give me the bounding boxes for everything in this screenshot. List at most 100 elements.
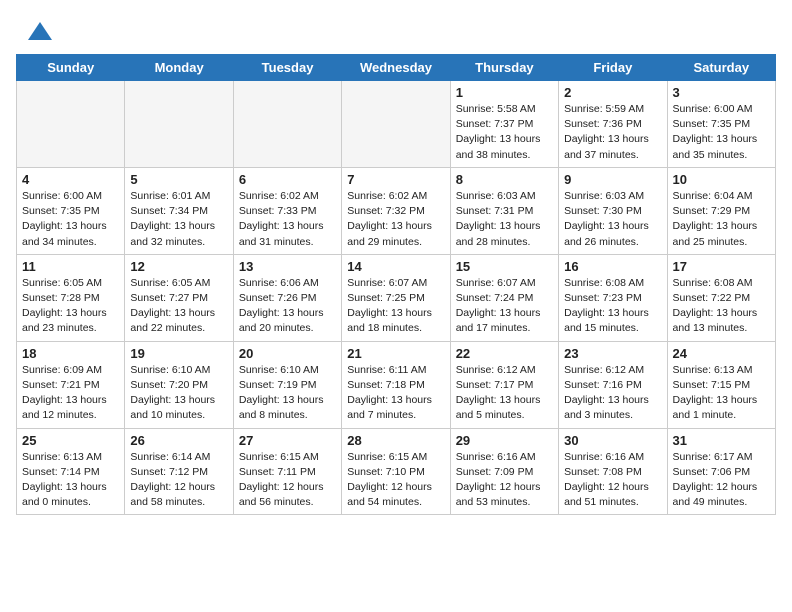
week-row-0: 1 Sunrise: 5:58 AMSunset: 7:37 PMDaylight… [17, 81, 776, 168]
table-row: 27 Sunrise: 6:15 AMSunset: 7:11 PMDayligh… [233, 428, 341, 515]
day-number: 8 [456, 172, 553, 187]
day-number: 10 [673, 172, 770, 187]
day-of-week-friday: Friday [559, 55, 667, 81]
table-row: 9 Sunrise: 6:03 AMSunset: 7:30 PMDaylight… [559, 167, 667, 254]
table-row: 10 Sunrise: 6:04 AMSunset: 7:29 PMDayligh… [667, 167, 775, 254]
table-row: 1 Sunrise: 5:58 AMSunset: 7:37 PMDaylight… [450, 81, 558, 168]
cell-info: Sunrise: 6:15 AMSunset: 7:11 PMDaylight:… [239, 450, 336, 511]
table-row: 7 Sunrise: 6:02 AMSunset: 7:32 PMDaylight… [342, 167, 450, 254]
day-of-week-sunday: Sunday [17, 55, 125, 81]
table-row [125, 81, 233, 168]
logo [24, 18, 54, 46]
cell-info: Sunrise: 6:01 AMSunset: 7:34 PMDaylight:… [130, 189, 227, 250]
calendar-wrapper: SundayMondayTuesdayWednesdayThursdayFrid… [0, 54, 792, 531]
table-row: 6Sunrise: 6:02 AMSunset: 7:33 PMDaylight… [233, 167, 341, 254]
cell-info: Sunrise: 6:09 AMSunset: 7:21 PMDaylight:… [22, 363, 119, 424]
day-number: 17 [673, 259, 770, 274]
day-number: 5 [130, 172, 227, 187]
cell-info: Sunrise: 6:10 AMSunset: 7:20 PMDaylight:… [130, 363, 227, 424]
table-row: 8 Sunrise: 6:03 AMSunset: 7:31 PMDaylight… [450, 167, 558, 254]
cell-info: Sunrise: 6:16 AMSunset: 7:09 PMDaylight:… [456, 450, 553, 511]
calendar-body: 1 Sunrise: 5:58 AMSunset: 7:37 PMDaylight… [17, 81, 776, 515]
cell-info: Sunrise: 6:02 AMSunset: 7:32 PMDaylight:… [347, 189, 444, 250]
table-row: 19Sunrise: 6:10 AMSunset: 7:20 PMDayligh… [125, 341, 233, 428]
day-number: 9 [564, 172, 661, 187]
day-number: 27 [239, 433, 336, 448]
day-of-week-tuesday: Tuesday [233, 55, 341, 81]
table-row: 2Sunrise: 5:59 AMSunset: 7:36 PMDaylight… [559, 81, 667, 168]
cell-info: Sunrise: 5:58 AMSunset: 7:37 PMDaylight:… [456, 102, 553, 163]
week-row-4: 25 Sunrise: 6:13 AMSunset: 7:14 PMDayligh… [17, 428, 776, 515]
day-number: 1 [456, 85, 553, 100]
calendar-header: SundayMondayTuesdayWednesdayThursdayFrid… [17, 55, 776, 81]
table-row: 5 Sunrise: 6:01 AMSunset: 7:34 PMDaylight… [125, 167, 233, 254]
cell-info: Sunrise: 6:10 AMSunset: 7:19 PMDaylight:… [239, 363, 336, 424]
cell-info: Sunrise: 6:06 AMSunset: 7:26 PMDaylight:… [239, 276, 336, 337]
table-row: 29 Sunrise: 6:16 AMSunset: 7:09 PMDayligh… [450, 428, 558, 515]
day-number: 18 [22, 346, 119, 361]
day-number: 2 [564, 85, 661, 100]
day-number: 24 [673, 346, 770, 361]
day-number: 25 [22, 433, 119, 448]
cell-info: Sunrise: 6:07 AMSunset: 7:24 PMDaylight:… [456, 276, 553, 337]
cell-info: Sunrise: 6:00 AMSunset: 7:35 PMDaylight:… [673, 102, 770, 163]
cell-info: Sunrise: 6:07 AMSunset: 7:25 PMDaylight:… [347, 276, 444, 337]
table-row: 31Sunrise: 6:17 AMSunset: 7:06 PMDayligh… [667, 428, 775, 515]
day-number: 12 [130, 259, 227, 274]
table-row: 26Sunrise: 6:14 AMSunset: 7:12 PMDayligh… [125, 428, 233, 515]
cell-info: Sunrise: 6:16 AMSunset: 7:08 PMDaylight:… [564, 450, 661, 511]
day-of-week-thursday: Thursday [450, 55, 558, 81]
cell-info: Sunrise: 6:08 AMSunset: 7:22 PMDaylight:… [673, 276, 770, 337]
table-row: 12 Sunrise: 6:05 AMSunset: 7:27 PMDayligh… [125, 254, 233, 341]
table-row: 30 Sunrise: 6:16 AMSunset: 7:08 PMDayligh… [559, 428, 667, 515]
table-row: 22 Sunrise: 6:12 AMSunset: 7:17 PMDayligh… [450, 341, 558, 428]
cell-info: Sunrise: 6:04 AMSunset: 7:29 PMDaylight:… [673, 189, 770, 250]
cell-info: Sunrise: 6:05 AMSunset: 7:27 PMDaylight:… [130, 276, 227, 337]
table-row: 11 Sunrise: 6:05 AMSunset: 7:28 PMDayligh… [17, 254, 125, 341]
cell-info: Sunrise: 6:00 AMSunset: 7:35 PMDaylight:… [22, 189, 119, 250]
cell-info: Sunrise: 6:02 AMSunset: 7:33 PMDaylight:… [239, 189, 336, 250]
day-number: 4 [22, 172, 119, 187]
table-row: 21Sunrise: 6:11 AMSunset: 7:18 PMDayligh… [342, 341, 450, 428]
day-of-week-monday: Monday [125, 55, 233, 81]
cell-info: Sunrise: 6:13 AMSunset: 7:15 PMDaylight:… [673, 363, 770, 424]
logo-icon [26, 18, 54, 46]
day-number: 22 [456, 346, 553, 361]
day-number: 28 [347, 433, 444, 448]
table-row: 4 Sunrise: 6:00 AMSunset: 7:35 PMDaylight… [17, 167, 125, 254]
day-number: 11 [22, 259, 119, 274]
day-of-week-wednesday: Wednesday [342, 55, 450, 81]
cell-info: Sunrise: 6:14 AMSunset: 7:12 PMDaylight:… [130, 450, 227, 511]
table-row: 3 Sunrise: 6:00 AMSunset: 7:35 PMDaylight… [667, 81, 775, 168]
day-number: 7 [347, 172, 444, 187]
day-number: 3 [673, 85, 770, 100]
cell-info: Sunrise: 6:13 AMSunset: 7:14 PMDaylight:… [22, 450, 119, 511]
cell-info: Sunrise: 6:17 AMSunset: 7:06 PMDaylight:… [673, 450, 770, 511]
cell-info: Sunrise: 6:03 AMSunset: 7:31 PMDaylight:… [456, 189, 553, 250]
day-number: 20 [239, 346, 336, 361]
week-row-2: 11 Sunrise: 6:05 AMSunset: 7:28 PMDayligh… [17, 254, 776, 341]
day-number: 30 [564, 433, 661, 448]
day-number: 21 [347, 346, 444, 361]
day-number: 29 [456, 433, 553, 448]
day-number: 14 [347, 259, 444, 274]
week-row-3: 18 Sunrise: 6:09 AMSunset: 7:21 PMDayligh… [17, 341, 776, 428]
cell-info: Sunrise: 6:15 AMSunset: 7:10 PMDaylight:… [347, 450, 444, 511]
cell-info: Sunrise: 6:03 AMSunset: 7:30 PMDaylight:… [564, 189, 661, 250]
table-row [342, 81, 450, 168]
table-row: 24 Sunrise: 6:13 AMSunset: 7:15 PMDayligh… [667, 341, 775, 428]
days-of-week-row: SundayMondayTuesdayWednesdayThursdayFrid… [17, 55, 776, 81]
week-row-1: 4 Sunrise: 6:00 AMSunset: 7:35 PMDaylight… [17, 167, 776, 254]
day-number: 23 [564, 346, 661, 361]
cell-info: Sunrise: 6:05 AMSunset: 7:28 PMDaylight:… [22, 276, 119, 337]
calendar-table: SundayMondayTuesdayWednesdayThursdayFrid… [16, 54, 776, 515]
table-row: 14 Sunrise: 6:07 AMSunset: 7:25 PMDayligh… [342, 254, 450, 341]
table-row: 23Sunrise: 6:12 AMSunset: 7:16 PMDayligh… [559, 341, 667, 428]
table-row: 20 Sunrise: 6:10 AMSunset: 7:19 PMDayligh… [233, 341, 341, 428]
day-number: 16 [564, 259, 661, 274]
day-of-week-saturday: Saturday [667, 55, 775, 81]
cell-info: Sunrise: 6:12 AMSunset: 7:17 PMDaylight:… [456, 363, 553, 424]
cell-info: Sunrise: 6:08 AMSunset: 7:23 PMDaylight:… [564, 276, 661, 337]
table-row: 16 Sunrise: 6:08 AMSunset: 7:23 PMDayligh… [559, 254, 667, 341]
table-row: 25 Sunrise: 6:13 AMSunset: 7:14 PMDayligh… [17, 428, 125, 515]
